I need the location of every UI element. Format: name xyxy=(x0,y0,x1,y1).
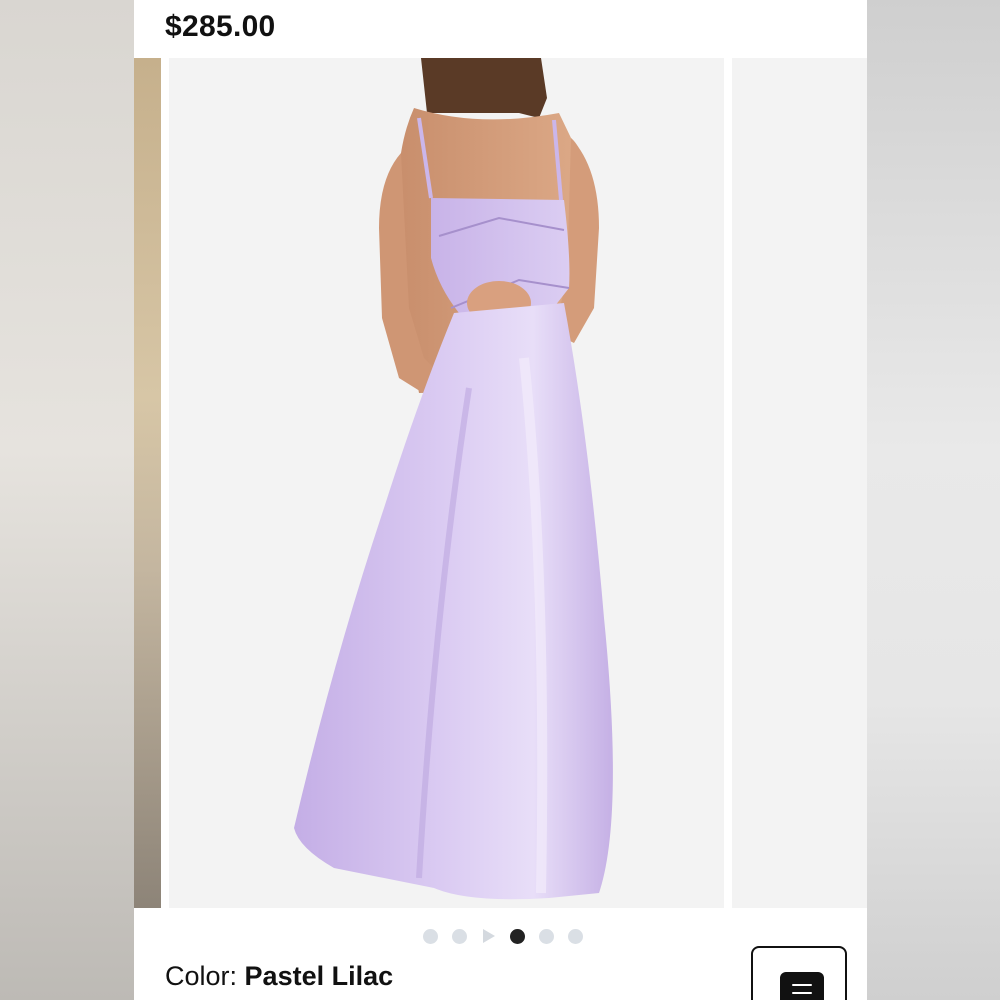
next-image[interactable] xyxy=(732,58,867,908)
carousel-pagination xyxy=(134,926,867,946)
product-image[interactable] xyxy=(169,58,724,908)
pagination-dot-active[interactable] xyxy=(510,928,525,944)
color-value: Pastel Lilac xyxy=(244,961,394,991)
background-left xyxy=(0,0,134,1000)
pagination-dot[interactable] xyxy=(452,928,467,944)
pagination-dot[interactable] xyxy=(539,928,554,944)
pagination-dot[interactable] xyxy=(423,928,438,944)
play-icon[interactable] xyxy=(483,929,495,943)
hair xyxy=(421,58,547,118)
pagination-dot[interactable] xyxy=(568,928,583,944)
dress-photo xyxy=(294,58,613,900)
menu-button[interactable] xyxy=(751,946,847,1000)
color-selector: Color: Pastel Lilac xyxy=(165,961,393,992)
image-carousel[interactable] xyxy=(134,58,867,908)
color-label: Color: xyxy=(165,961,238,991)
previous-image[interactable] xyxy=(134,58,161,908)
product-page: $285.00 Color: Pastel Lilac xyxy=(134,0,867,1000)
product-price: $285.00 xyxy=(165,10,276,43)
dress-skirt xyxy=(294,303,613,900)
menu-icon xyxy=(780,972,824,1000)
background-right xyxy=(867,0,1000,1000)
